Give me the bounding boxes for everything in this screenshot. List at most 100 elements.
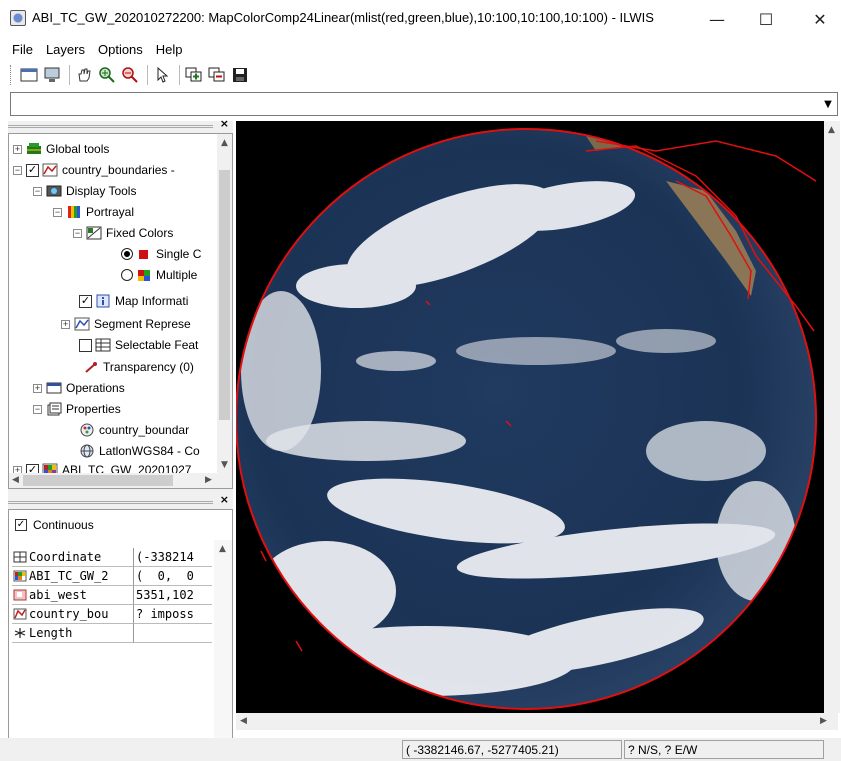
menu-layers[interactable]: Layers	[46, 42, 85, 57]
table-row[interactable]: country_bou ? imposs	[12, 605, 212, 624]
command-line[interactable]: ▼	[10, 92, 838, 116]
table-row[interactable]: Length	[12, 624, 212, 643]
expand-icon[interactable]: +	[33, 383, 42, 393]
operations-icon	[46, 381, 62, 395]
global-tools-icon	[26, 142, 42, 156]
tree-item-segment-representation[interactable]: + Segment Represe	[61, 314, 191, 334]
transparency-icon	[83, 360, 99, 374]
tree-item-selectable-features[interactable]: Selectable Feat	[79, 335, 198, 355]
pixel-panel-header[interactable]: ×	[8, 493, 233, 507]
zoom-in-icon[interactable]	[97, 65, 117, 85]
table-row[interactable]: ABI_TC_GW_2 ( 0, 0	[12, 567, 212, 586]
georef-icon	[13, 589, 27, 601]
tree-item-label: Portrayal	[86, 205, 135, 219]
zoom-out-icon[interactable]	[120, 65, 140, 85]
layer-visible-checkbox[interactable]: ✓	[26, 163, 39, 177]
menu-help[interactable]: Help	[156, 42, 183, 57]
chevron-down-icon[interactable]: ▼	[819, 93, 837, 115]
scroll-thumb[interactable]	[219, 170, 230, 420]
app-icon	[10, 10, 26, 26]
toolbar-grip[interactable]	[10, 65, 13, 85]
table-row[interactable]: Coordinate (-338214	[12, 548, 212, 567]
segment-map-icon	[42, 163, 58, 177]
map-horizontal-scrollbar[interactable]: ◀ ▶	[236, 713, 838, 730]
collapse-icon[interactable]: −	[33, 404, 42, 414]
layer-tree[interactable]: + Global tools − ✓ country_boundaries - …	[8, 133, 233, 489]
close-icon[interactable]: ×	[220, 117, 229, 130]
tree-item-properties[interactable]: − Properties	[33, 399, 121, 419]
pixel-row-name: Length	[29, 626, 73, 640]
continuous-checkbox[interactable]: ✓	[15, 519, 27, 531]
pixel-row-value	[134, 624, 212, 643]
display-icon[interactable]	[42, 65, 62, 85]
expand-icon[interactable]: +	[13, 144, 22, 154]
segment-rep-icon	[74, 317, 90, 331]
map-info-checkbox[interactable]: ✓	[79, 294, 92, 308]
save-icon[interactable]	[230, 65, 250, 85]
pixel-row-name: country_bou	[29, 607, 109, 621]
expand-icon[interactable]: +	[61, 319, 70, 329]
tree-item-multiple-colors[interactable]: Multiple	[121, 265, 197, 285]
portrayal-icon	[66, 205, 82, 219]
pixel-row-value: ( 0, 0	[134, 567, 212, 586]
status-latlon: ? N/S, ? E/W	[624, 740, 824, 759]
collapse-icon[interactable]: −	[13, 165, 22, 175]
add-layer-icon[interactable]	[184, 65, 204, 85]
single-color-radio[interactable]	[121, 248, 133, 260]
toolbar	[0, 62, 841, 88]
minimize-button[interactable]: —	[694, 0, 740, 38]
tree-item-domain[interactable]: country_boundar	[79, 420, 189, 440]
tree-item-label: Fixed Colors	[106, 226, 174, 240]
tree-item-label: Operations	[66, 381, 125, 395]
tree-item-transparency[interactable]: Transparency (0)	[83, 357, 194, 377]
length-icon	[13, 627, 27, 639]
pixel-row-name: abi_west	[29, 588, 87, 602]
menu-options[interactable]: Options	[98, 42, 143, 57]
maximize-button[interactable]: ☐	[743, 0, 789, 38]
continuous-toggle[interactable]: ✓ Continuous	[15, 518, 94, 532]
select-pointer-icon[interactable]	[152, 65, 172, 85]
table-row[interactable]: abi_west 5351,102	[12, 586, 212, 605]
tree-item-coordsys[interactable]: LatlonWGS84 - Co	[79, 441, 200, 461]
continuous-label: Continuous	[33, 518, 94, 532]
selectable-checkbox[interactable]	[79, 338, 92, 352]
tree-item-label: country_boundar	[99, 423, 190, 437]
collapse-icon[interactable]: −	[33, 186, 42, 196]
tree-item-label: Display Tools	[66, 184, 137, 198]
tree-item-display-tools[interactable]: − Display Tools	[33, 181, 136, 201]
tree-item-fixed-colors[interactable]: − Fixed Colors	[73, 223, 173, 243]
status-coordinates: ( -3382146.67, -5277405.21)	[402, 740, 622, 759]
collapse-icon[interactable]: −	[73, 228, 82, 238]
layer-panel-header[interactable]: ×	[8, 117, 233, 131]
menu-file[interactable]: File	[12, 42, 33, 57]
tree-item-label: Properties	[66, 402, 121, 416]
coordinate-icon	[13, 551, 27, 563]
tree-item-global-tools[interactable]: + Global tools	[13, 139, 109, 159]
close-icon[interactable]: ×	[220, 493, 229, 506]
tree-item-label: Map Informati	[115, 294, 189, 308]
tree-vertical-scrollbar[interactable]: ▲ ▼	[217, 134, 232, 474]
toolbar-separator	[147, 65, 148, 85]
map-vertical-scrollbar[interactable]: ▲	[824, 121, 840, 713]
map-view[interactable]	[236, 121, 838, 713]
segment-map-icon	[13, 608, 27, 620]
domain-icon	[79, 423, 95, 437]
collapse-icon[interactable]: −	[53, 207, 62, 217]
pixel-info-panel: ✓ Continuous Coordinate (-338214 ABI_TC_…	[8, 509, 233, 741]
tree-item-portrayal[interactable]: − Portrayal	[53, 202, 134, 222]
tree-item-operations[interactable]: + Operations	[33, 378, 125, 398]
scroll-thumb[interactable]	[23, 475, 173, 486]
remove-layer-icon[interactable]	[207, 65, 227, 85]
tree-horizontal-scrollbar[interactable]: ◀ ▶	[9, 473, 232, 488]
globe-icon	[79, 444, 95, 458]
tree-item-country-boundaries[interactable]: − ✓ country_boundaries -	[13, 160, 175, 180]
tree-item-single-color[interactable]: Single C	[121, 244, 201, 264]
pan-hand-icon[interactable]	[74, 65, 94, 85]
close-button[interactable]: ✕	[797, 0, 841, 38]
satellite-globe-image	[236, 121, 838, 713]
tree-item-map-information[interactable]: ✓ Map Informati	[79, 291, 188, 311]
tree-item-label: Global tools	[46, 142, 110, 156]
new-map-window-icon[interactable]	[19, 65, 39, 85]
multiple-colors-radio[interactable]	[121, 269, 133, 281]
pixel-panel-scrollbar[interactable]: ▲	[214, 540, 232, 740]
